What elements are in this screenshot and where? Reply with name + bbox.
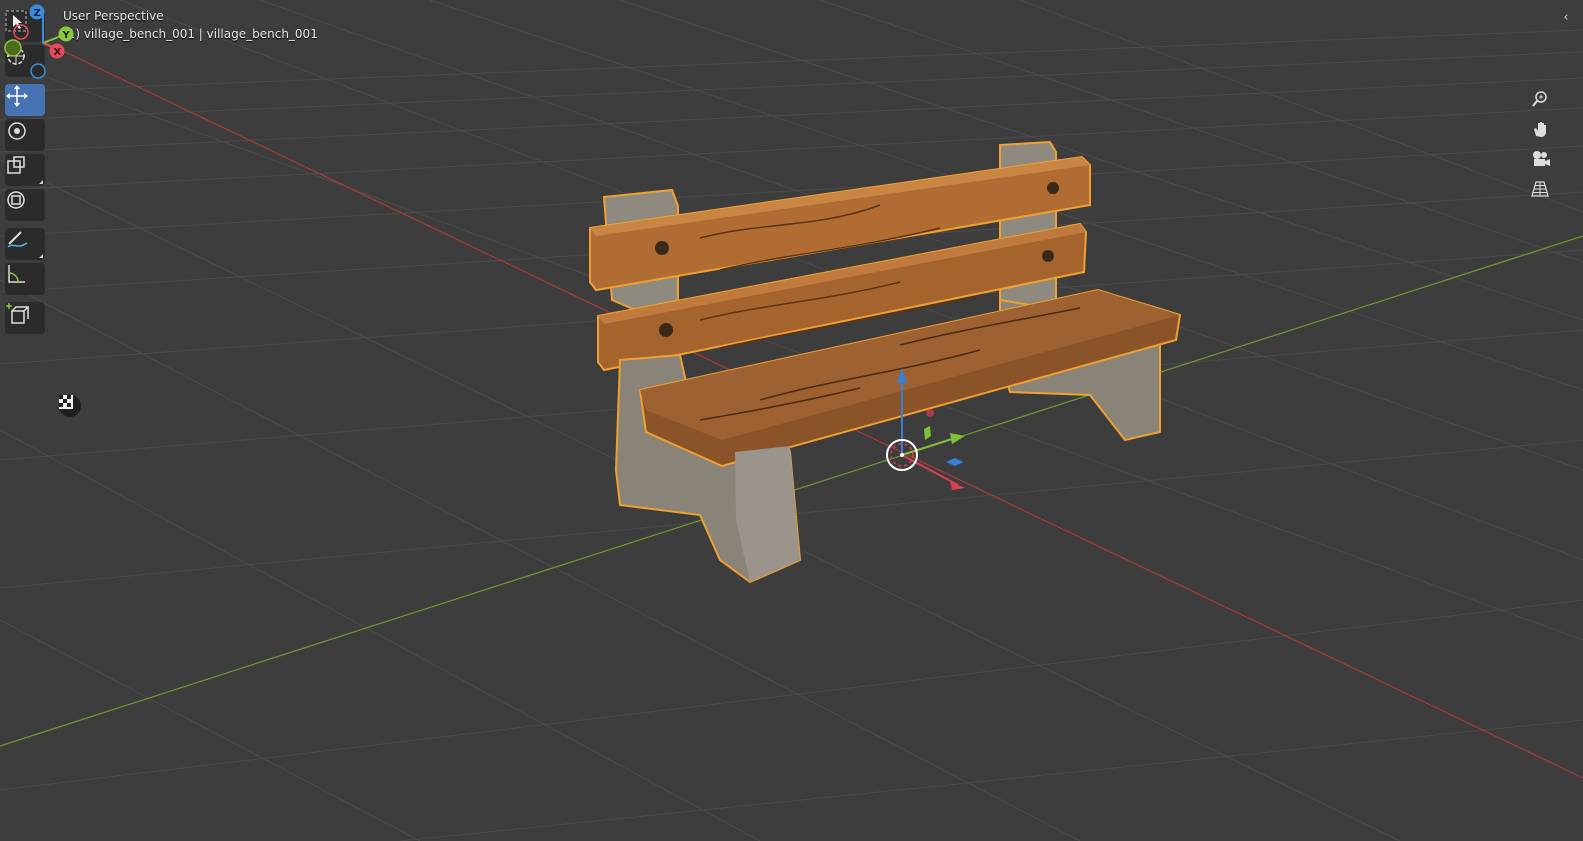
y-axis-label: Y — [62, 30, 71, 41]
camera-icon — [1533, 151, 1550, 166]
checker-icon — [59, 395, 73, 409]
bench-model — [589, 140, 1182, 584]
measure-tool-button[interactable] — [5, 263, 45, 295]
shading-toggle-button[interactable] — [59, 395, 81, 417]
x-axis-label: X — [54, 47, 62, 58]
move-tool-button[interactable] — [5, 84, 45, 116]
neg-z-axis-handle[interactable] — [30, 63, 46, 79]
orthographic-toggle-button[interactable] — [1531, 180, 1559, 208]
transform-icon — [7, 191, 25, 209]
rotate-tool-button[interactable] — [5, 119, 45, 151]
camera-view-button[interactable] — [1531, 150, 1559, 178]
z-axis-label: Z — [34, 8, 41, 19]
scale-tool-button[interactable] — [5, 154, 45, 186]
move-arrows-icon — [6, 85, 28, 107]
chevron-left-icon: ‹ — [1563, 10, 1569, 25]
active-object-label: (1) village_bench_001 | village_bench_00… — [63, 27, 318, 41]
measure-ruler-icon — [8, 265, 25, 283]
zoom-magnifier-icon — [1532, 91, 1547, 107]
viewport-scene — [0, 0, 1583, 841]
zoom-button[interactable] — [1531, 90, 1559, 118]
neg-y-axis-handle[interactable] — [4, 39, 22, 57]
rotate-icon — [8, 122, 26, 140]
pan-button[interactable] — [1531, 120, 1559, 148]
add-cube-tool-button[interactable] — [5, 302, 45, 334]
grid-perspective-icon — [1531, 181, 1549, 197]
annotate-pencil-icon — [7, 231, 28, 248]
navigation-gizmo[interactable]: Z Y X — [0, 0, 88, 84]
hand-pan-icon — [1534, 122, 1546, 137]
3d-viewport[interactable]: User Perspective (1) village_bench_001 |… — [0, 0, 1583, 841]
scale-icon — [7, 156, 25, 174]
add-cube-icon — [6, 303, 29, 324]
neg-x-axis-handle[interactable] — [13, 24, 29, 40]
annotate-tool-button[interactable] — [5, 228, 45, 260]
transform-tool-button[interactable] — [5, 189, 45, 221]
sidebar-collapse-button[interactable]: ‹ — [1559, 10, 1573, 30]
